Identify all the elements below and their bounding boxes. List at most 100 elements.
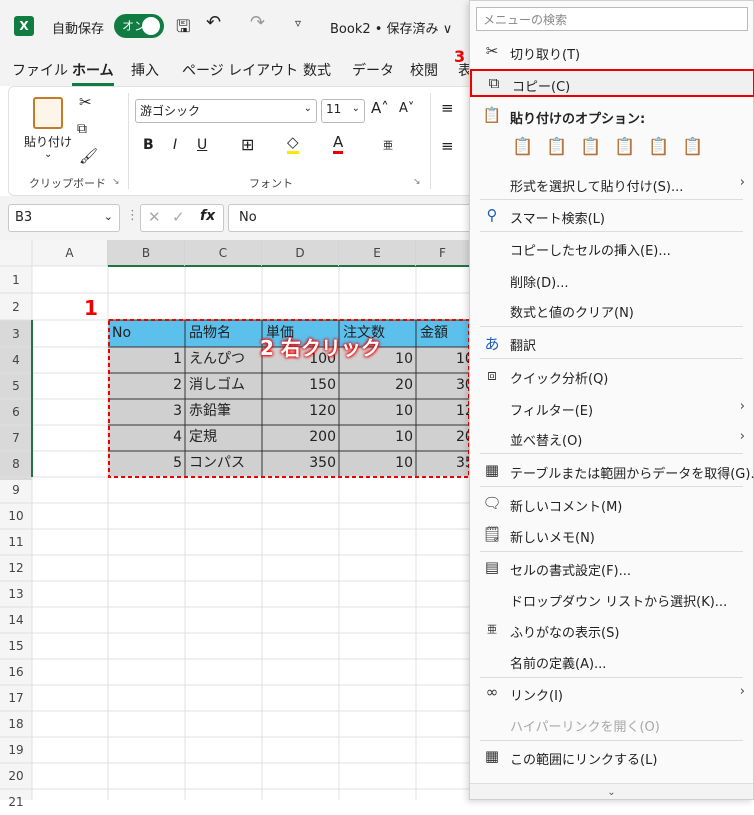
menu-item-define-name[interactable]: 名前の定義(A)... xyxy=(470,648,754,674)
menu-item-paste-special[interactable]: 形式を選択して貼り付け(S)... › xyxy=(470,171,754,197)
table-cell[interactable]: 2 xyxy=(112,372,182,399)
row-header[interactable]: 18 xyxy=(0,711,32,737)
document-title[interactable]: Book2 • 保存済み ∨ xyxy=(330,18,452,37)
underline-button[interactable]: U xyxy=(197,137,207,153)
menu-item-link-range[interactable]: ▦ この範囲にリンクする(L) xyxy=(470,744,754,770)
tab-home[interactable]: ホーム xyxy=(72,60,114,86)
menu-item-link[interactable]: ∞ リンク(I) › xyxy=(470,680,754,706)
copy-icon[interactable]: ⧉ xyxy=(77,121,87,137)
phonetic-icon[interactable]: 亜 xyxy=(383,137,393,152)
paste-button[interactable]: 貼り付け xyxy=(24,133,72,150)
row-header[interactable]: 7 xyxy=(0,425,32,451)
menu-item-clear[interactable]: 数式と値のクリア(N) xyxy=(470,297,754,323)
menu-item-furigana[interactable]: 亜 ふりがなの表示(S) xyxy=(470,617,754,643)
tab-insert[interactable]: 挿入 xyxy=(131,60,159,80)
row-header[interactable]: 19 xyxy=(0,737,32,763)
row-header[interactable]: 10 xyxy=(0,503,32,529)
enter-icon[interactable]: ✓ xyxy=(172,208,185,226)
font-color-icon[interactable]: A xyxy=(333,133,344,154)
tab-data[interactable]: データ xyxy=(352,60,394,80)
tab-review[interactable]: 校閲 xyxy=(410,60,438,80)
redo-icon[interactable]: ↷ xyxy=(250,12,265,33)
row-header[interactable]: 1 xyxy=(0,267,32,293)
row-header[interactable]: 20 xyxy=(0,763,32,789)
table-cell[interactable]: 消しゴム xyxy=(189,372,261,399)
cancel-icon[interactable]: ✕ xyxy=(148,208,161,226)
column-header-b[interactable]: B xyxy=(108,240,185,266)
row-header[interactable]: 6 xyxy=(0,399,32,425)
menu-search-input[interactable]: メニューの検索 xyxy=(476,7,748,31)
grow-font-icon[interactable]: A˄ xyxy=(371,99,389,117)
paste-option-values-icon[interactable]: 📋 xyxy=(546,137,567,157)
row-header[interactable]: 12 xyxy=(0,555,32,581)
menu-item-new-comment[interactable]: 🗨 新しいコメント(M) xyxy=(470,491,754,517)
column-header-f[interactable]: F xyxy=(416,240,470,266)
table-cell[interactable]: 10 xyxy=(341,398,413,425)
row-header[interactable]: 5 xyxy=(0,373,32,399)
autosave-toggle[interactable]: オン xyxy=(114,14,164,38)
table-cell[interactable]: 1 xyxy=(112,346,182,373)
save-icon[interactable]: 🖫 xyxy=(176,14,190,43)
table-cell[interactable]: コンパス xyxy=(189,450,261,477)
table-header-cell[interactable]: 品物名 xyxy=(189,320,261,347)
name-box[interactable]: B3 ⌄ xyxy=(8,204,120,232)
menu-item-smart-lookup[interactable]: ⚲ スマート検索(L) xyxy=(470,203,754,229)
row-header[interactable]: 21 xyxy=(0,789,32,815)
table-cell[interactable]: 200 xyxy=(264,424,336,451)
row-header[interactable]: 14 xyxy=(0,607,32,633)
menu-item-delete[interactable]: 削除(D)... xyxy=(470,267,754,293)
column-header-c[interactable]: C xyxy=(185,240,262,266)
menu-item-insert-copied[interactable]: コピーしたセルの挿入(E)... xyxy=(470,235,754,261)
bold-button[interactable]: B xyxy=(143,137,154,153)
table-cell[interactable]: えんぴつ xyxy=(189,346,261,373)
border-icon[interactable]: ⊞ xyxy=(241,135,254,154)
menu-item-sort[interactable]: 並べ替え(O) › xyxy=(470,425,754,451)
table-header-cell[interactable]: No xyxy=(112,320,184,347)
shrink-font-icon[interactable]: A˅ xyxy=(399,101,414,116)
align-left-icon[interactable]: ≡ xyxy=(441,137,454,155)
worksheet-grid[interactable]: A B C D E F 1 2 3 4 5 6 7 8 9 10 11 12 1… xyxy=(0,240,492,809)
menu-item-dropdown[interactable]: ドロップダウン リストから選択(K)... xyxy=(470,586,754,612)
row-header[interactable]: 3 xyxy=(0,321,32,347)
table-cell[interactable]: 4 xyxy=(112,424,182,451)
align-top-icon[interactable]: ≡ xyxy=(441,99,454,117)
row-header[interactable]: 13 xyxy=(0,581,32,607)
tab-file[interactable]: ファイル xyxy=(12,60,68,80)
cut-icon[interactable]: ✂ xyxy=(79,93,92,111)
formula-input[interactable]: No xyxy=(228,204,488,232)
table-cell[interactable]: 定規 xyxy=(189,424,261,451)
font-name-select[interactable]: 游ゴシック ⌄ xyxy=(135,99,317,123)
fill-color-icon[interactable]: ◇ xyxy=(287,133,299,154)
menu-item-cut[interactable]: ✂ 切り取り(T) xyxy=(470,39,754,65)
font-size-select[interactable]: 11 ⌄ xyxy=(321,99,365,123)
paste-icon[interactable] xyxy=(33,97,63,129)
table-cell[interactable]: 3 xyxy=(112,398,182,425)
row-header[interactable]: 15 xyxy=(0,633,32,659)
paste-option-formulas-icon[interactable]: 📋 xyxy=(580,137,601,157)
tab-page-layout[interactable]: ページ レイアウト xyxy=(182,60,298,80)
table-header-cell[interactable]: 金額 xyxy=(420,320,470,347)
table-cell[interactable]: 20 xyxy=(341,372,413,399)
menu-item-get-data[interactable]: ▦ テーブルまたは範囲からデータを取得(G)... xyxy=(470,458,754,484)
row-header[interactable]: 17 xyxy=(0,685,32,711)
column-header-a[interactable]: A xyxy=(32,240,108,266)
table-cell[interactable]: 350 xyxy=(264,450,336,477)
paste-option-transpose-icon[interactable]: 📋 xyxy=(614,137,635,157)
row-header[interactable]: 8 xyxy=(0,451,32,477)
menu-item-filter[interactable]: フィルター(E) › xyxy=(470,395,754,421)
row-header[interactable]: 2 xyxy=(0,294,32,320)
italic-button[interactable]: I xyxy=(173,137,177,153)
customize-icon[interactable]: ▿ xyxy=(295,16,301,30)
format-painter-icon[interactable]: 🖌 xyxy=(79,147,98,165)
paste-option-formatting-icon[interactable]: 📋 xyxy=(648,137,669,157)
insert-function-button[interactable]: fx xyxy=(200,208,215,224)
menu-item-quick-analysis[interactable]: ⧈ クイック分析(Q) xyxy=(470,363,754,389)
row-header[interactable]: 4 xyxy=(0,347,32,373)
table-cell[interactable]: 赤鉛筆 xyxy=(189,398,261,425)
column-header-e[interactable]: E xyxy=(339,240,416,266)
paste-option-link-icon[interactable]: 📋 xyxy=(682,137,703,157)
tab-formulas[interactable]: 数式 xyxy=(303,60,331,80)
menu-item-new-note[interactable]: 🗒 新しいメモ(N) xyxy=(470,522,754,548)
table-cell[interactable]: 10 xyxy=(341,450,413,477)
row-header[interactable]: 16 xyxy=(0,659,32,685)
